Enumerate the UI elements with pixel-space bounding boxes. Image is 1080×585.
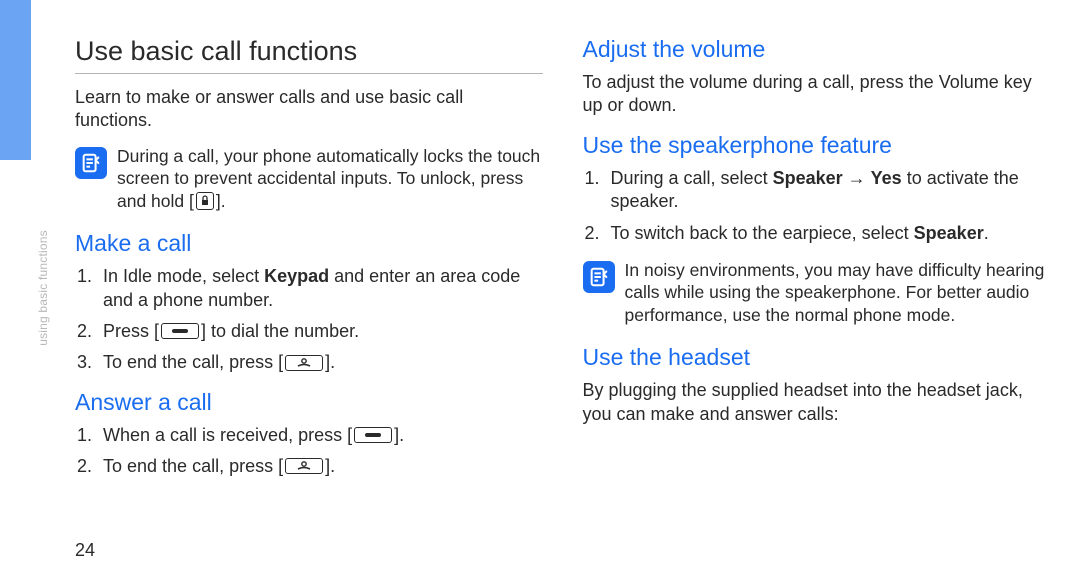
right-column: Adjust the volume To adjust the volume d… — [583, 36, 1051, 565]
note-block: In noisy environments, you may have diff… — [583, 259, 1051, 326]
answer-step-1: When a call is received, press []. — [75, 424, 543, 447]
note-text-a: During a call, your phone automatically … — [117, 146, 540, 211]
answer-call-heading: Answer a call — [75, 389, 543, 416]
manual-page: using basic functions Use basic call fun… — [0, 0, 1080, 585]
lock-key-icon — [196, 192, 214, 210]
speakerphone-heading: Use the speakerphone feature — [583, 132, 1051, 159]
sidebar-label-text: using basic functions — [36, 230, 50, 346]
content: Use basic call functions Learn to make o… — [75, 36, 1050, 565]
note-icon — [75, 147, 107, 179]
adjust-volume-text: To adjust the volume during a call, pres… — [583, 71, 1051, 118]
answer-call-steps: When a call is received, press []. To en… — [75, 424, 543, 479]
end-key-icon — [285, 458, 323, 474]
headset-heading: Use the headset — [583, 344, 1051, 371]
note-text: In noisy environments, you may have diff… — [625, 259, 1051, 326]
left-blue-strip — [0, 0, 31, 160]
sidebar-label: using basic functions — [34, 198, 52, 378]
make-call-steps: In Idle mode, select Keypad and enter an… — [75, 265, 543, 375]
speaker-step-2: To switch back to the earpiece, select S… — [583, 222, 1051, 245]
intro-text: Learn to make or answer calls and use ba… — [75, 86, 543, 131]
make-call-step-2: Press [] to dial the number. — [75, 320, 543, 343]
adjust-volume-heading: Adjust the volume — [583, 36, 1051, 63]
note-block: During a call, your phone automatically … — [75, 145, 543, 212]
call-key-icon — [354, 427, 392, 443]
make-call-step-3: To end the call, press []. — [75, 351, 543, 374]
end-key-icon — [285, 355, 323, 371]
speaker-step-1: During a call, select Speaker → Yes to a… — [583, 167, 1051, 214]
note-icon — [583, 261, 615, 293]
note-text-b: ]. — [216, 191, 226, 211]
speakerphone-steps: During a call, select Speaker → Yes to a… — [583, 167, 1051, 245]
headset-text: By plugging the supplied headset into th… — [583, 379, 1051, 426]
call-key-icon — [161, 323, 199, 339]
answer-step-2: To end the call, press []. — [75, 455, 543, 478]
page-number: 24 — [75, 540, 95, 561]
note-text: During a call, your phone automatically … — [117, 145, 543, 212]
make-call-step-1: In Idle mode, select Keypad and enter an… — [75, 265, 543, 312]
left-column: Use basic call functions Learn to make o… — [75, 36, 543, 565]
section-title: Use basic call functions — [75, 36, 543, 74]
make-call-heading: Make a call — [75, 230, 543, 257]
